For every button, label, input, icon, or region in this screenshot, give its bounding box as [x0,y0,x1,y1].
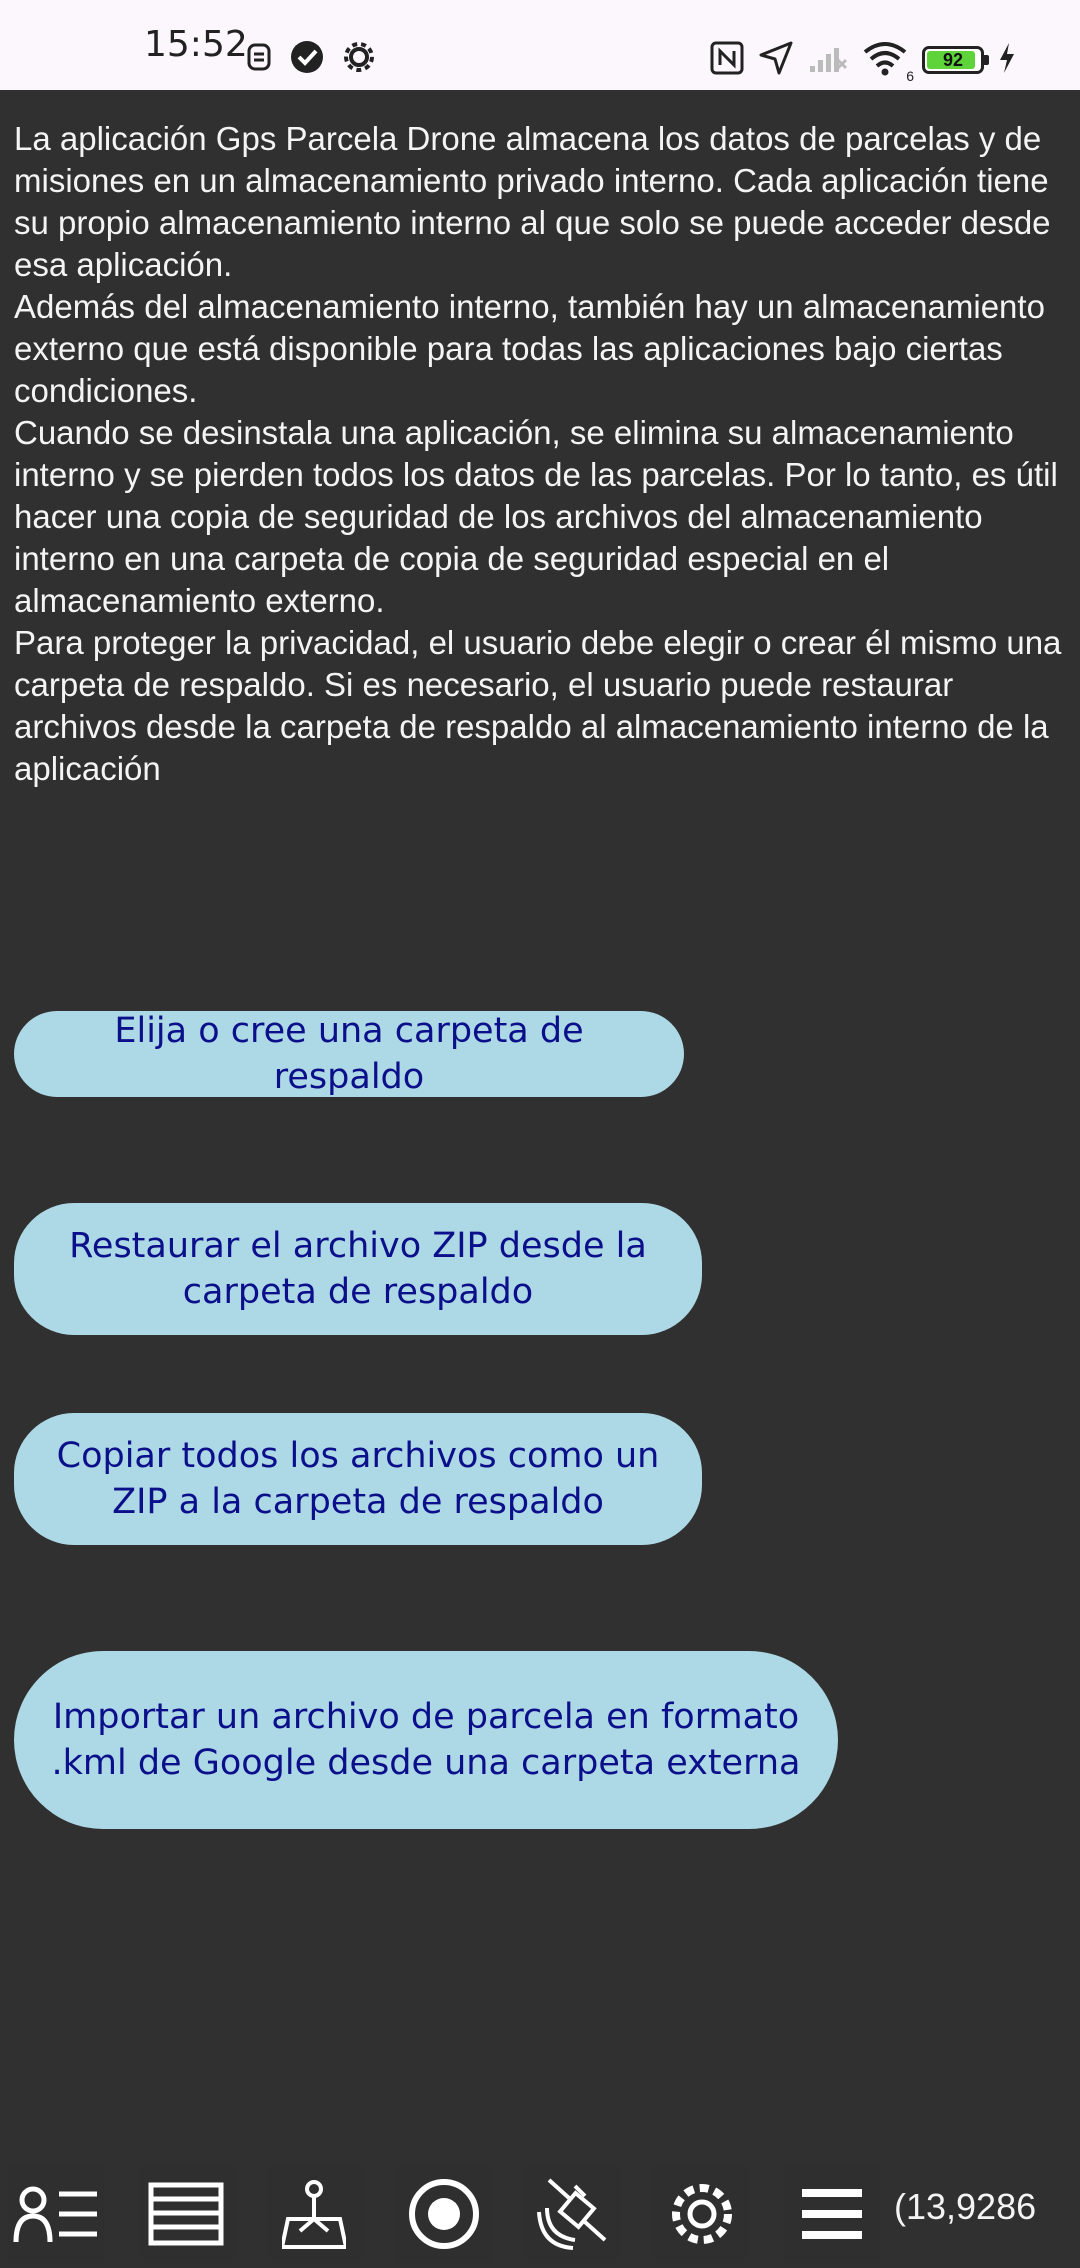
battery-level: 92 [942,50,964,70]
bottom-navigation: (13,9286 [0,2158,1080,2268]
wifi-standard-label: 6 [906,68,914,84]
settings-icon [342,40,376,78]
copy-zip-button[interactable]: Copiar todos los archivos como un ZIP a … [14,1413,702,1545]
battery-icon: 92 [922,46,989,74]
menu-icon[interactable] [784,2166,880,2262]
status-time: 15:52 [144,24,248,65]
satellite-icon[interactable] [526,2166,622,2262]
settings-icon[interactable] [654,2166,750,2262]
layers-icon[interactable] [138,2166,234,2262]
info-paragraph-2: Además del almacenamiento interno, tambi… [14,288,1045,409]
check-circle-icon [290,40,324,78]
coordinates-readout: (13,9286 [894,2186,1037,2227]
choose-backup-folder-button[interactable]: Elija o cree una carpeta de respaldo [14,1011,684,1097]
info-paragraph-1: La aplicación Gps Parcela Drone almacena… [14,120,1051,283]
restore-zip-button[interactable]: Restaurar el archivo ZIP desde la carpet… [14,1203,702,1335]
backup-screen: La aplicación Gps Parcela Drone almacena… [0,90,1080,2158]
survey-icon[interactable] [266,2166,362,2262]
backup-info-text: La aplicación Gps Parcela Drone almacena… [14,118,1074,790]
status-right-icons: 6 92 [710,40,1016,84]
signal-off-icon [808,42,848,78]
import-kml-button[interactable]: Importar un archivo de parcela en format… [14,1651,838,1829]
charging-icon [998,42,1016,78]
info-paragraph-4: Para proteger la privacidad, el usuario … [14,624,1062,787]
location-arrow-icon [758,40,794,80]
record-icon[interactable] [396,2166,492,2262]
nfc-icon [710,41,744,79]
info-paragraph-3: Cuando se desinstala una aplicación, se … [14,414,1058,619]
wifi-icon: 6 [862,40,914,84]
sim-icon [246,42,272,76]
user-list-icon[interactable] [8,2166,104,2262]
status-left-icons [246,40,376,78]
status-bar: 15:52 6 92 [0,0,1080,90]
